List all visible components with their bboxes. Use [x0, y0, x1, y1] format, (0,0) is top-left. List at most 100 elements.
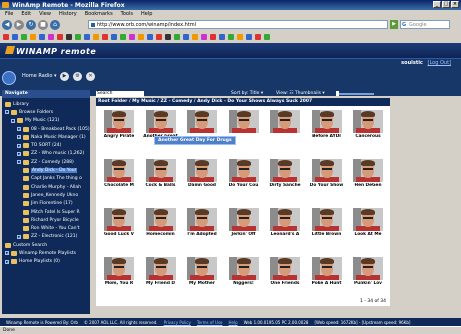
- track-tile[interactable]: Chocolate M: [100, 159, 138, 188]
- menu-tools[interactable]: Tools: [121, 11, 133, 17]
- bookmark-icon[interactable]: [120, 34, 126, 40]
- bookmark-icon[interactable]: [183, 34, 189, 40]
- track-tile[interactable]: Look At Me: [349, 208, 387, 237]
- help-link[interactable]: Help: [229, 320, 238, 325]
- search-input[interactable]: Search: [96, 91, 144, 97]
- terms-link[interactable]: Terms of Use: [197, 320, 223, 325]
- back-button[interactable]: ◀: [2, 19, 12, 30]
- address-bar[interactable]: http://www.orb.com/winamp/index.html: [88, 20, 388, 29]
- album-thumbnail[interactable]: [228, 110, 259, 133]
- tree-item[interactable]: + ZZ - Who music (1,262): [2, 150, 90, 158]
- track-tile[interactable]: Before AYDI: [308, 110, 346, 139]
- thumbnail-size-slider[interactable]: [336, 91, 374, 96]
- track-tile[interactable]: Cancerous: [349, 110, 387, 139]
- tree-item[interactable]: Richard Pryor Bicycle: [2, 216, 90, 224]
- tree-item[interactable]: +08 - Breakbeat Pack (105): [2, 125, 90, 133]
- album-thumbnail[interactable]: [270, 257, 300, 280]
- album-thumbnail[interactable]: [353, 110, 383, 133]
- bookmark-icon[interactable]: [228, 34, 234, 40]
- album-thumbnail[interactable]: [104, 110, 134, 133]
- bookmark-icon[interactable]: [102, 34, 108, 40]
- album-thumbnail[interactable]: [145, 257, 176, 280]
- album-thumbnail[interactable]: [311, 257, 342, 280]
- bookmark-icon[interactable]: [138, 34, 144, 40]
- track-tile[interactable]: Leonard's A: [266, 208, 304, 237]
- album-thumbnail[interactable]: [187, 208, 217, 231]
- slider-knob[interactable]: [336, 91, 339, 96]
- album-thumbnail[interactable]: [311, 208, 342, 231]
- settings-icon[interactable]: ⚙: [73, 72, 82, 81]
- bookmark-icon[interactable]: [201, 34, 207, 40]
- track-tile[interactable]: Little Brown: [308, 208, 346, 237]
- track-tile[interactable]: Do Your Show: [308, 159, 346, 188]
- tree-item[interactable]: Ron White - You Can't: [2, 224, 90, 232]
- bookmark-icon[interactable]: [57, 34, 63, 40]
- album-thumbnail[interactable]: [311, 159, 342, 182]
- album-thumbnail[interactable]: [353, 159, 383, 182]
- tree-item[interactable]: Jim Florentine (17): [2, 200, 90, 208]
- play-button[interactable]: ▶: [60, 72, 69, 81]
- expand-icon[interactable]: +: [17, 127, 21, 132]
- album-thumbnail[interactable]: [270, 159, 300, 182]
- album-thumbnail[interactable]: [353, 208, 383, 231]
- track-tile[interactable]: I'm Adopted: [183, 208, 221, 237]
- tree-item[interactable]: Janee_Kennedy Ukno: [2, 191, 90, 199]
- tree-item[interactable]: + ZZ - Electronic (121): [2, 233, 90, 241]
- close-icon[interactable]: ✕: [86, 72, 95, 81]
- bookmark-icon[interactable]: [219, 34, 225, 40]
- tree-item[interactable]: − My Music (121): [2, 117, 90, 125]
- bookmark-icon[interactable]: [30, 34, 36, 40]
- go-button[interactable]: ▶: [390, 20, 398, 29]
- bookmark-icon[interactable]: [129, 34, 135, 40]
- bookmark-icon[interactable]: [48, 34, 54, 40]
- track-tile[interactable]: Cock & Balls: [142, 159, 180, 188]
- album-thumbnail[interactable]: [187, 159, 217, 182]
- expand-icon[interactable]: +: [17, 151, 21, 156]
- track-tile[interactable]: Damn Good: [183, 159, 221, 188]
- track-tile[interactable]: Niggers!: [225, 257, 263, 286]
- album-thumbnail[interactable]: [187, 110, 217, 133]
- album-thumbnail[interactable]: [228, 208, 259, 231]
- tree-item[interactable]: Andy Dick - Do Your: [2, 166, 90, 174]
- tree-item[interactable]: Library: [2, 100, 90, 108]
- stop-button[interactable]: ■: [38, 19, 48, 30]
- collapse-icon[interactable]: −: [11, 118, 15, 123]
- bookmark-icon[interactable]: [12, 34, 18, 40]
- track-tile[interactable]: Another Great: [142, 110, 180, 139]
- album-thumbnail[interactable]: [270, 110, 300, 133]
- track-tile[interactable]: Mom, You R: [100, 257, 138, 286]
- menu-help[interactable]: Help: [141, 11, 152, 17]
- album-thumbnail[interactable]: [104, 159, 134, 182]
- album-thumbnail[interactable]: [145, 159, 176, 182]
- bookmark-icon[interactable]: [75, 34, 81, 40]
- tree-item[interactable]: − ZZ - Comedy (288): [2, 158, 90, 166]
- album-thumbnail[interactable]: [104, 257, 134, 280]
- forward-button[interactable]: ▶: [14, 19, 24, 30]
- bookmark-icon[interactable]: [165, 34, 171, 40]
- track-tile[interactable]: [225, 110, 263, 134]
- album-thumbnail[interactable]: [270, 208, 300, 231]
- bookmark-icon[interactable]: [210, 34, 216, 40]
- search-bar[interactable]: G Google: [400, 20, 450, 29]
- menu-view[interactable]: View: [39, 11, 51, 17]
- track-tile[interactable]: Do Your Cou: [225, 159, 263, 188]
- bookmark-icon[interactable]: [156, 34, 162, 40]
- tree-item[interactable]: Capt Janks The thing o: [2, 175, 90, 183]
- track-tile[interactable]: Angry Pirate: [100, 110, 138, 139]
- album-thumbnail[interactable]: [353, 257, 383, 280]
- menu-file[interactable]: File: [5, 11, 13, 17]
- bookmark-icon[interactable]: [93, 34, 99, 40]
- album-thumbnail[interactable]: [228, 257, 259, 280]
- bookmark-icon[interactable]: [66, 34, 72, 40]
- menu-edit[interactable]: Edit: [21, 11, 31, 17]
- bookmark-icon[interactable]: [147, 34, 153, 40]
- home-button[interactable]: ⌂: [50, 19, 60, 30]
- album-thumbnail[interactable]: [228, 159, 259, 182]
- track-tile[interactable]: Jerkin' Off: [225, 208, 263, 237]
- tree-item[interactable]: Mitch Fatel Is Super R: [2, 208, 90, 216]
- bookmark-icon[interactable]: [255, 34, 261, 40]
- bookmark-icon[interactable]: [84, 34, 90, 40]
- expand-icon[interactable]: +: [5, 259, 9, 264]
- bookmark-icon[interactable]: [237, 34, 243, 40]
- bookmark-icon[interactable]: [3, 34, 9, 40]
